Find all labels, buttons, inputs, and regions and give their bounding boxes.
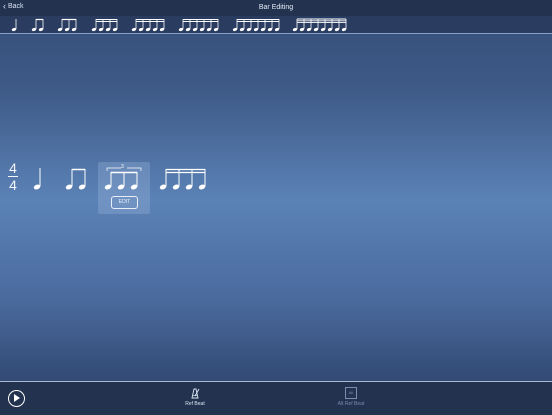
palette-eighth-pair-icon[interactable]	[31, 17, 45, 33]
rhythm-palette	[0, 16, 552, 34]
alt-ref-beat-icon-text: Alt	[348, 390, 354, 395]
palette-quintuplet-icon[interactable]	[131, 17, 166, 33]
palette-octuplet-icon[interactable]	[292, 17, 348, 33]
navigation-bar: ‹ Back Bar Editing	[0, 0, 552, 16]
palette-sextuplet-icon[interactable]	[178, 17, 220, 33]
time-signature-top: 4	[9, 160, 17, 176]
palette-sixteenth-quad-icon[interactable]	[91, 17, 119, 33]
alt-ref-beat-button[interactable]: Alt Alt Ref Beat	[326, 387, 376, 407]
bottom-toolbar: Ref Beat Alt Alt Ref Beat	[0, 381, 552, 415]
beat-1-quarter-note[interactable]	[32, 166, 44, 192]
alt-ref-beat-icon: Alt	[345, 387, 357, 399]
palette-quarter-note-icon[interactable]	[11, 17, 19, 33]
palette-septuplet-icon[interactable]	[232, 17, 281, 33]
ref-beat-label: Ref Beat	[185, 401, 205, 407]
beat-4-sixteenth-quad[interactable]	[158, 166, 210, 192]
edit-beat-button[interactable]: EDIT	[111, 196, 138, 209]
palette-triplet-icon[interactable]	[57, 17, 78, 33]
page-title: Bar Editing	[258, 4, 294, 11]
alt-ref-beat-label: Alt Ref Beat	[337, 401, 365, 407]
metronome-icon	[191, 388, 200, 399]
beat-2-eighth-pair[interactable]	[64, 166, 88, 192]
triplet-number-label: 3	[121, 164, 124, 170]
time-signature-bottom: 4	[9, 177, 17, 193]
play-button[interactable]	[8, 390, 25, 407]
time-signature: 4 4	[7, 161, 19, 192]
ref-beat-button[interactable]: Ref Beat	[170, 387, 220, 407]
